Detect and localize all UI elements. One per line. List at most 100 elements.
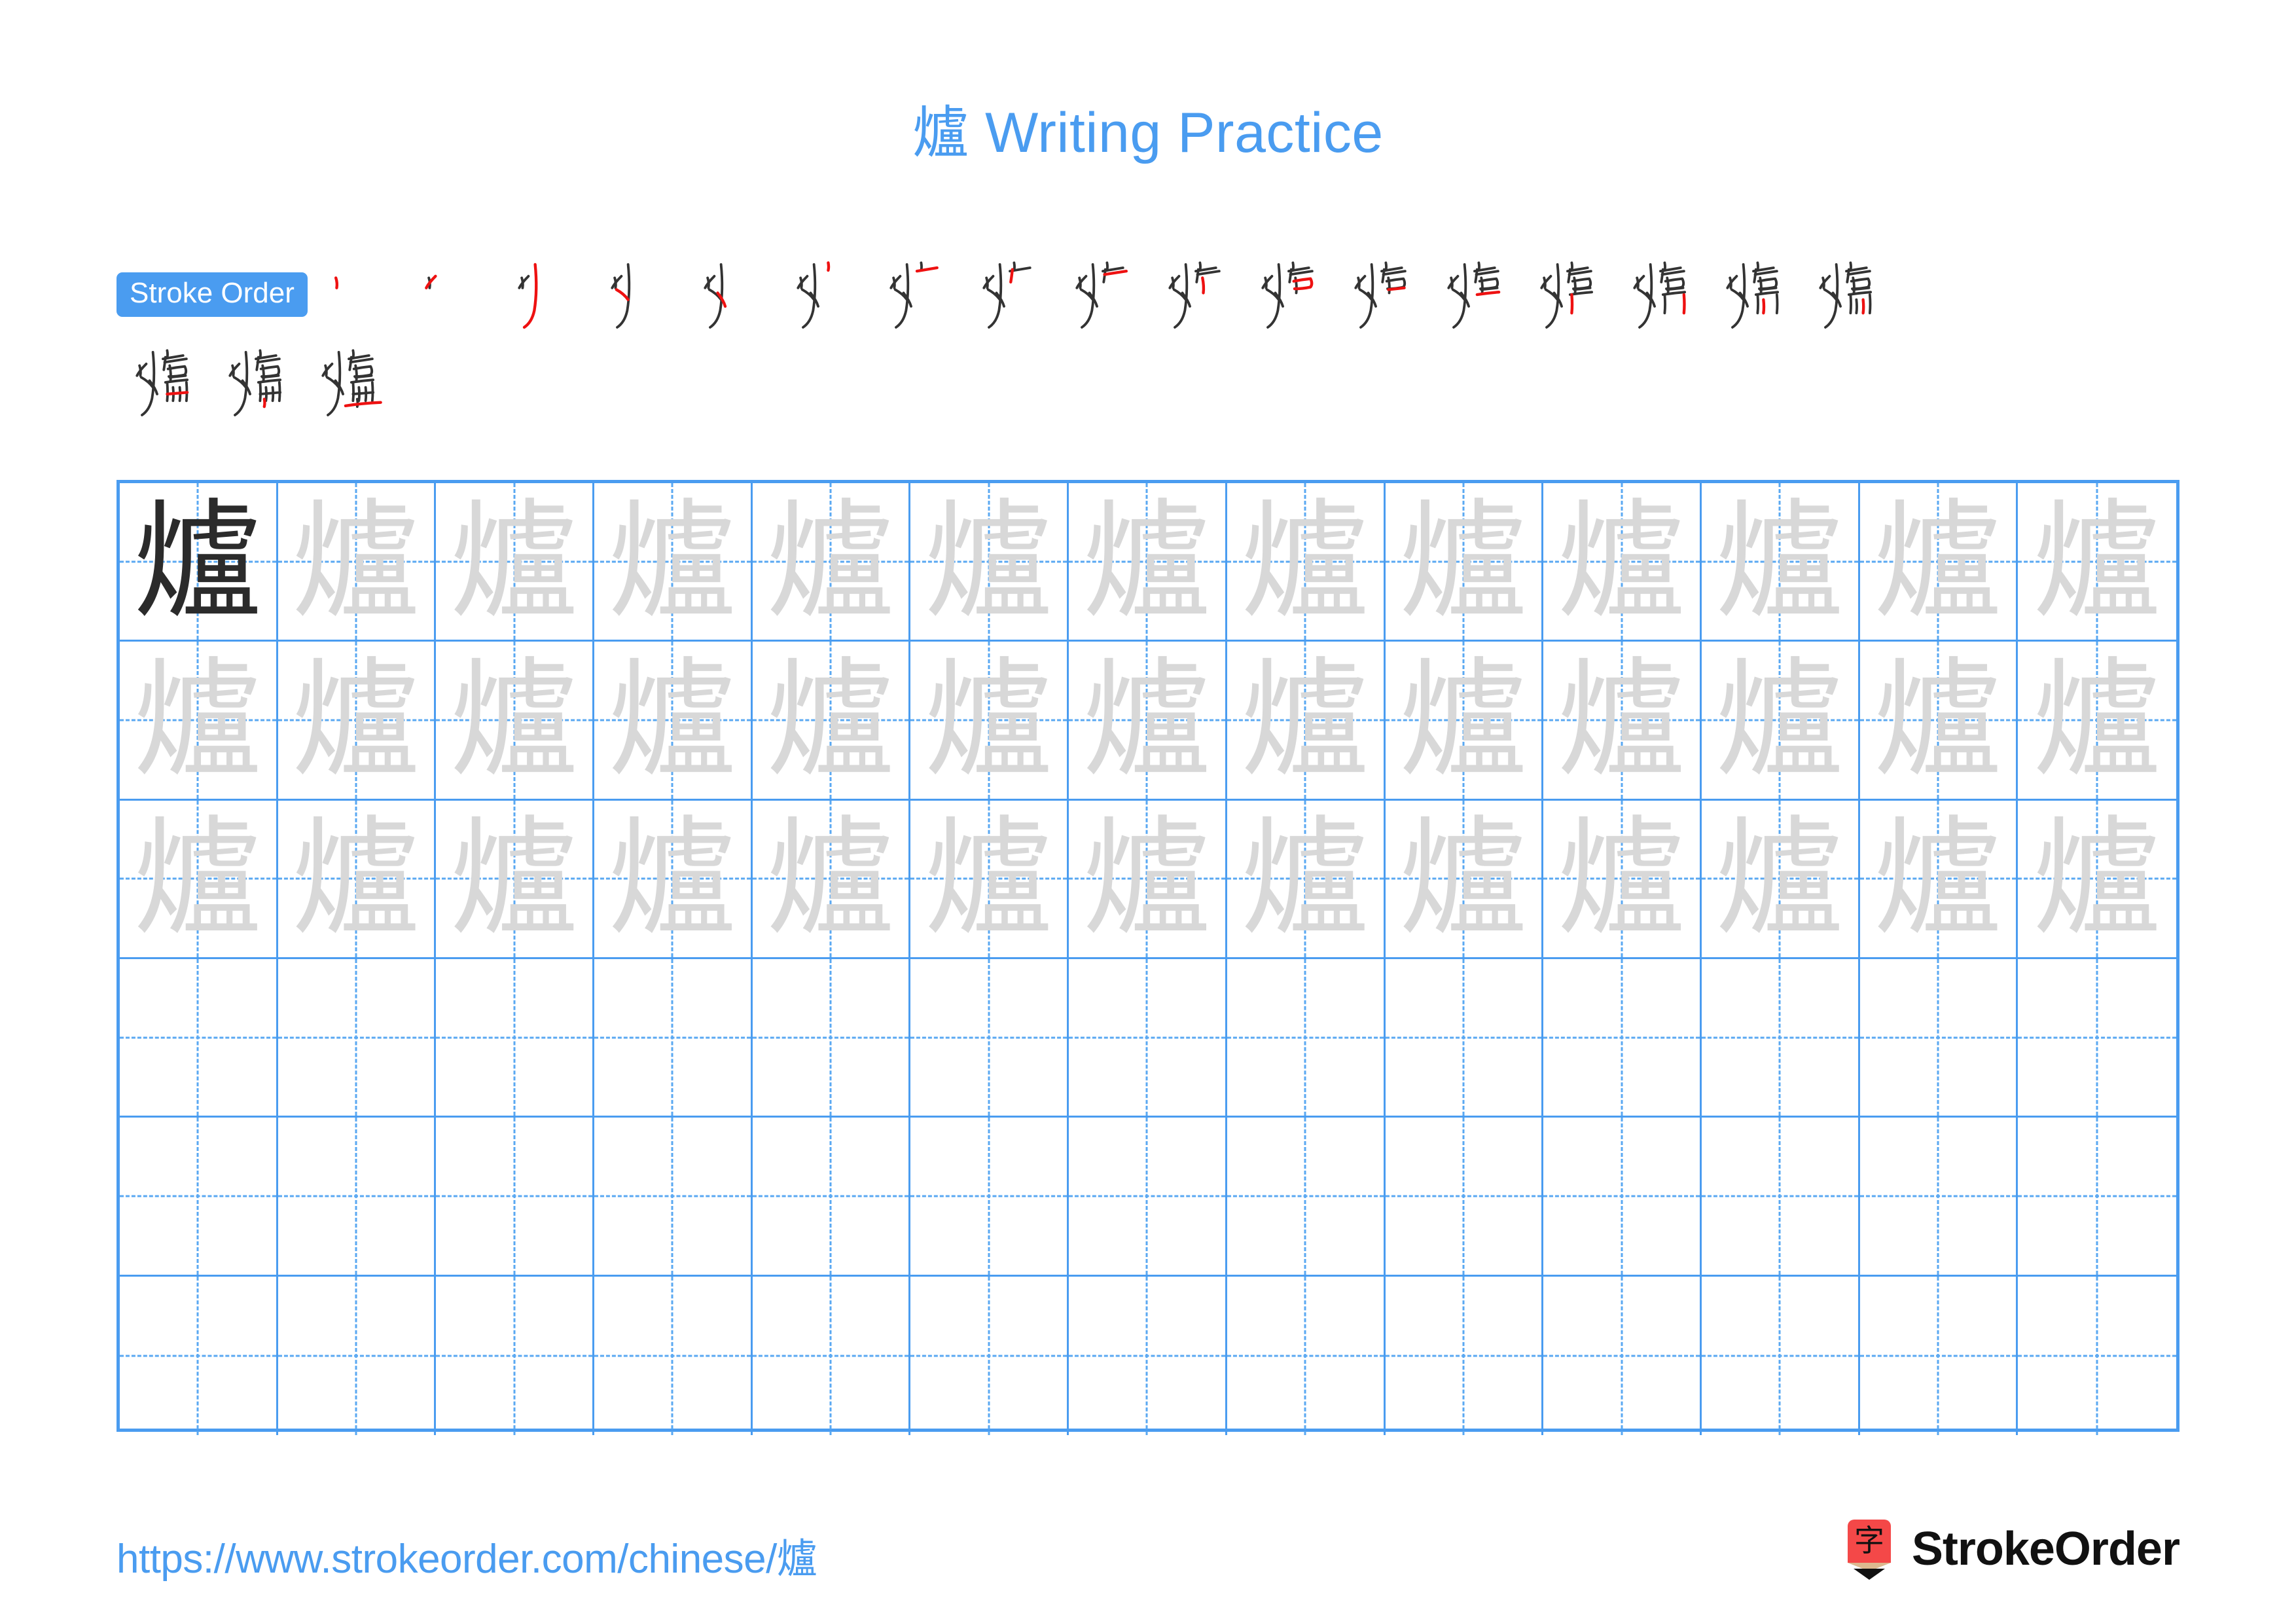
practice-cell-r1-c7[interactable]: 爐 — [1069, 483, 1227, 640]
practice-cell-r5-c7[interactable] — [1069, 1118, 1227, 1275]
practice-cell-r4-c2[interactable] — [278, 958, 437, 1116]
practice-cell-r6-c4[interactable] — [594, 1276, 753, 1435]
practice-cell-r1-c5[interactable]: 爐 — [753, 483, 911, 640]
practice-cell-r2-c8[interactable]: 爐 — [1227, 642, 1386, 799]
practice-cell-r3-c12[interactable]: 爐 — [1860, 800, 2018, 957]
tracing-character: 爐 — [292, 804, 421, 954]
practice-cell-r4-c7[interactable] — [1069, 958, 1227, 1116]
practice-cell-r1-c1[interactable]: 爐 — [120, 483, 278, 640]
practice-cell-r5-c6[interactable] — [910, 1118, 1069, 1275]
practice-cell-r3-c2[interactable]: 爐 — [278, 800, 437, 957]
practice-cell-r4-c13[interactable] — [2018, 959, 2176, 1116]
tracing-character: 爐 — [292, 645, 421, 795]
source-url[interactable]: https://www.strokeorder.com/chinese/爐 — [117, 1525, 817, 1584]
tracing-character: 爐 — [1715, 645, 1844, 795]
practice-cell-r6-c7[interactable] — [1069, 1276, 1227, 1435]
practice-cell-r3-c7[interactable]: 爐 — [1069, 800, 1227, 957]
practice-cell-r3-c5[interactable]: 爐 — [753, 800, 911, 957]
practice-cell-r5-c4[interactable] — [594, 1118, 753, 1275]
tracing-character: 爐 — [608, 804, 737, 954]
practice-cell-r3-c13[interactable]: 爐 — [2018, 801, 2176, 957]
practice-cell-r1-c8[interactable]: 爐 — [1227, 483, 1386, 640]
practice-cell-r3-c11[interactable]: 爐 — [1702, 800, 1860, 957]
practice-cell-r4-c6[interactable] — [910, 958, 1069, 1116]
empty-cell — [1543, 1118, 1700, 1274]
empty-cell — [436, 1118, 592, 1274]
practice-cell-r3-c9[interactable]: 爐 — [1386, 800, 1544, 957]
empty-cell — [1860, 1118, 2017, 1274]
tracing-character: 爐 — [766, 486, 895, 636]
practice-cell-r5-c12[interactable] — [1860, 1118, 2018, 1275]
practice-cell-r1-c9[interactable]: 爐 — [1386, 483, 1544, 640]
stroke-step-19 — [209, 340, 302, 424]
practice-cell-r2-c10[interactable]: 爐 — [1543, 642, 1702, 799]
practice-cell-r6-c1[interactable] — [120, 1276, 278, 1435]
practice-cell-r6-c12[interactable] — [1860, 1276, 2018, 1435]
practice-cell-r6-c11[interactable] — [1702, 1276, 1860, 1435]
practice-cell-r3-c6[interactable]: 爐 — [910, 800, 1069, 957]
practice-cell-r3-c3[interactable]: 爐 — [436, 800, 595, 957]
practice-cell-r1-c4[interactable]: 爐 — [594, 483, 753, 640]
stroke-step-3 — [499, 253, 592, 337]
practice-cell-r6-c5[interactable] — [753, 1276, 911, 1435]
practice-cell-r5-c13[interactable] — [2018, 1118, 2176, 1274]
practice-cell-r2-c7[interactable]: 爐 — [1069, 642, 1227, 799]
practice-cell-r2-c3[interactable]: 爐 — [436, 642, 595, 799]
page-title-character: 爐 — [912, 100, 969, 166]
practice-cell-r4-c12[interactable] — [1860, 958, 2018, 1116]
practice-cell-r1-c2[interactable]: 爐 — [278, 483, 437, 640]
practice-cell-r1-c13[interactable]: 爐 — [2018, 483, 2176, 640]
practice-cell-r2-c12[interactable]: 爐 — [1860, 642, 2018, 799]
practice-cell-r1-c12[interactable]: 爐 — [1860, 483, 2018, 640]
practice-cell-r2-c13[interactable]: 爐 — [2018, 642, 2176, 798]
practice-cell-r5-c11[interactable] — [1702, 1118, 1860, 1275]
practice-cell-r5-c5[interactable] — [753, 1118, 911, 1275]
practice-cell-r1-c6[interactable]: 爐 — [910, 483, 1069, 640]
practice-cell-r2-c4[interactable]: 爐 — [594, 642, 753, 799]
practice-cell-r5-c1[interactable] — [120, 1118, 278, 1275]
practice-cell-r3-c1[interactable]: 爐 — [120, 800, 278, 957]
stroke-step-5 — [685, 253, 778, 337]
practice-cell-r4-c9[interactable] — [1386, 958, 1544, 1116]
practice-cell-r6-c3[interactable] — [436, 1276, 595, 1435]
practice-cell-r6-c9[interactable] — [1386, 1276, 1544, 1435]
empty-cell — [1860, 959, 2017, 1116]
practice-cell-r5-c10[interactable] — [1543, 1118, 1702, 1275]
practice-cell-r6-c2[interactable] — [278, 1276, 437, 1435]
tracing-character: 爐 — [1241, 804, 1370, 954]
practice-cell-r3-c8[interactable]: 爐 — [1227, 800, 1386, 957]
practice-cell-r6-c6[interactable] — [910, 1276, 1069, 1435]
practice-cell-r4-c11[interactable] — [1702, 958, 1860, 1116]
practice-cell-r5-c2[interactable] — [278, 1118, 437, 1275]
practice-cell-r4-c5[interactable] — [753, 958, 911, 1116]
brand-logo-group[interactable]: 字 StrokeOrder — [1844, 1518, 2180, 1580]
practice-cell-r2-c5[interactable]: 爐 — [753, 642, 911, 799]
practice-grid-row — [120, 958, 2176, 1118]
practice-cell-r4-c1[interactable] — [120, 958, 278, 1116]
practice-cell-r2-c1[interactable]: 爐 — [120, 642, 278, 799]
practice-cell-r3-c4[interactable]: 爐 — [594, 800, 753, 957]
practice-cell-r6-c10[interactable] — [1543, 1276, 1702, 1435]
practice-cell-r6-c8[interactable] — [1227, 1276, 1386, 1435]
page-title: 爐 Writing Practice — [0, 105, 2296, 161]
practice-cell-r4-c3[interactable] — [436, 958, 595, 1116]
practice-cell-r6-c13[interactable] — [2018, 1277, 2176, 1435]
stroke-step-15 — [1614, 253, 1707, 337]
practice-cell-r2-c6[interactable]: 爐 — [910, 642, 1069, 799]
practice-cell-r1-c3[interactable]: 爐 — [436, 483, 595, 640]
practice-cell-r4-c4[interactable] — [594, 958, 753, 1116]
practice-cell-r5-c3[interactable] — [436, 1118, 595, 1275]
practice-cell-r4-c8[interactable] — [1227, 958, 1386, 1116]
tracing-character: 爐 — [1557, 645, 1686, 795]
practice-cell-r1-c10[interactable]: 爐 — [1543, 483, 1702, 640]
practice-cell-r1-c11[interactable]: 爐 — [1702, 483, 1860, 640]
practice-cell-r5-c8[interactable] — [1227, 1118, 1386, 1275]
tracing-character: 爐 — [1083, 486, 1211, 636]
practice-cell-r2-c2[interactable]: 爐 — [278, 642, 437, 799]
practice-cell-r4-c10[interactable] — [1543, 958, 1702, 1116]
practice-cell-r2-c9[interactable]: 爐 — [1386, 642, 1544, 799]
worksheet-page: 爐 Writing Practice Stroke Order 爐爐爐爐爐爐爐爐… — [0, 0, 2296, 1623]
practice-cell-r3-c10[interactable]: 爐 — [1543, 800, 1702, 957]
practice-cell-r2-c11[interactable]: 爐 — [1702, 642, 1860, 799]
practice-cell-r5-c9[interactable] — [1386, 1118, 1544, 1275]
